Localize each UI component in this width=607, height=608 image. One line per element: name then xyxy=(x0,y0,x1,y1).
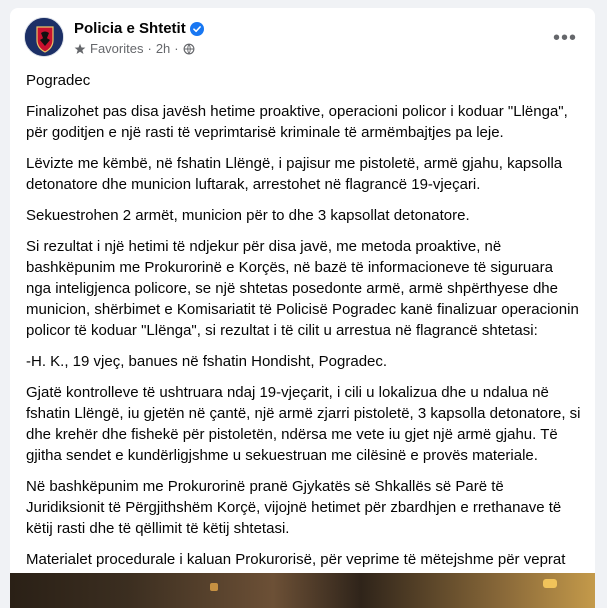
post-paragraph: Sekuestrohen 2 armët, municion për to dh… xyxy=(26,207,470,224)
police-emblem-icon xyxy=(25,18,63,56)
globe-icon xyxy=(183,43,195,54)
post-paragraph: -H. K., 19 vjeç, banues në fshatin Hondi… xyxy=(26,353,388,370)
post-time[interactable]: 2h xyxy=(156,41,170,56)
page-avatar[interactable] xyxy=(24,17,64,57)
post-paragraph: Finalizohet pas disa javësh hetime proak… xyxy=(26,103,568,141)
post-paragraph: Pogradec xyxy=(26,72,91,89)
post-paragraph: Gjatë kontrolleve të ushtruara ndaj 19-v… xyxy=(26,384,581,464)
more-options-button[interactable]: ••• xyxy=(547,24,583,52)
verified-badge-icon xyxy=(189,21,204,36)
author-name[interactable]: Policia e Shtetit xyxy=(74,20,186,37)
meta-separator: · xyxy=(147,41,152,56)
post-photo[interactable] xyxy=(10,573,595,608)
page-name[interactable]: Policia e Shtetit xyxy=(74,20,204,37)
audience-label[interactable]: Favorites xyxy=(90,41,143,56)
post-message: Pogradec Finalizohet pas disa javësh het… xyxy=(26,70,581,608)
meta-separator: · xyxy=(174,41,179,56)
photo-detail xyxy=(543,579,557,588)
post-card: Policia e Shtetit Favorites · 2h · ••• P… xyxy=(10,8,595,608)
post-meta: Favorites · 2h · xyxy=(74,41,195,56)
photo-detail xyxy=(210,583,218,591)
post-paragraph: Në bashkëpunim me Prokurorinë pranë Gjyk… xyxy=(26,478,562,537)
post-paragraph: Si rezultat i një hetimi të ndjekur për … xyxy=(26,238,579,339)
post-header: Policia e Shtetit Favorites · 2h · ••• xyxy=(10,8,595,70)
post-paragraph: Lëvizte me këmbë, në fshatin Llëngë, i p… xyxy=(26,155,563,193)
more-options-icon: ••• xyxy=(552,26,577,49)
star-icon xyxy=(74,43,86,54)
